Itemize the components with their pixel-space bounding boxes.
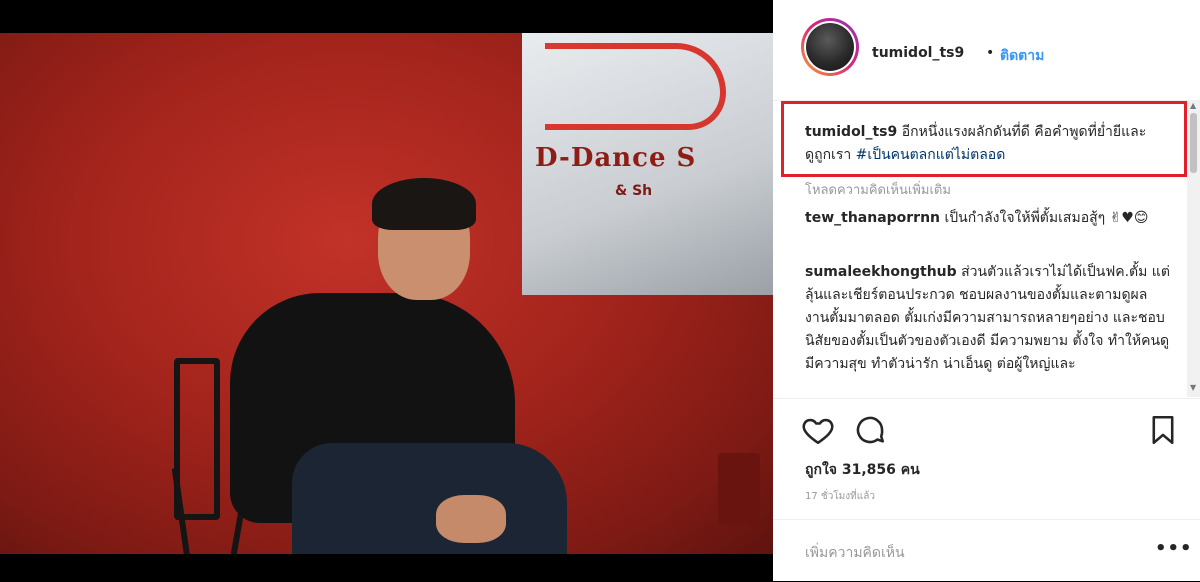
avatar-image [806, 23, 854, 71]
avatar[interactable] [801, 18, 859, 76]
wall-outlet [718, 453, 760, 525]
post-caption: tumidol_ts9 อีกหนึ่งแรงผลักดันที่ดี คือค… [805, 121, 1165, 167]
post-timestamp[interactable]: 17 ชั่วโมงที่แล้ว [805, 489, 875, 504]
comments-scrollbar[interactable]: ▲ ▼ [1187, 101, 1200, 397]
separator-dot: • [986, 45, 995, 61]
post-header: tumidol_ts9 • ติดตาม [773, 0, 1200, 101]
heart-icon[interactable] [801, 413, 835, 447]
comment-username[interactable]: sumaleekhongthub [805, 264, 957, 280]
bookmark-icon[interactable] [1146, 413, 1180, 447]
person-legs [292, 443, 567, 554]
list-item: sumaleekhongthub ส่วนตัวแล้วเราไม่ได้เป็… [805, 261, 1170, 376]
comment-text: ส่วนตัวแล้วเราไม่ได้เป็นฟค.ตั้ม แต่ลุ้นแ… [805, 264, 1170, 372]
post-photo[interactable]: D-Dance S & Sh [0, 33, 773, 554]
comment-text: เป็นกำลังใจให้พี่ตั้มเสมอสู้ๆ ✌♥😊 [944, 210, 1149, 226]
caption-hashtag[interactable]: #เป็นคนตลกแต่ไม่ตลอด [856, 147, 1006, 163]
scroll-up-icon[interactable]: ▲ [1190, 101, 1196, 110]
list-item: tew_thanaporrnn เป็นกำลังใจให้พี่ตั้มเสม… [805, 207, 1170, 230]
follow-button[interactable]: ติดตาม [1000, 45, 1044, 67]
add-comment-section: เพิ่มความคิดเห็น ••• [773, 519, 1200, 582]
caption-username[interactable]: tumidol_ts9 [805, 124, 897, 140]
comment-icon[interactable] [853, 413, 887, 447]
scroll-down-icon[interactable]: ▼ [1190, 383, 1196, 392]
load-more-comments-button[interactable]: โหลดความคิดเห็นเพิ่มเติม [805, 179, 951, 200]
wall-sign-subtext: & Sh [615, 183, 653, 199]
header-username[interactable]: tumidol_ts9 [872, 45, 964, 61]
likes-count[interactable]: ถูกใจ 31,856 คน [805, 459, 920, 481]
post-details-panel: tumidol_ts9 • ติดตาม tumidol_ts9 อีกหนึ่… [773, 0, 1200, 581]
more-options-icon[interactable]: ••• [1155, 538, 1193, 559]
comment-input[interactable]: เพิ่มความคิดเห็น [805, 542, 905, 564]
person-hair [372, 178, 476, 230]
scroll-thumb[interactable] [1190, 113, 1197, 173]
post-media: D-Dance S & Sh [0, 0, 773, 581]
comment-username[interactable]: tew_thanaporrnn [805, 210, 940, 226]
neon-logo [545, 43, 726, 130]
wall-sign-text: D-Dance S [535, 143, 697, 173]
post-actions: ถูกใจ 31,856 คน 17 ชั่วโมงที่แล้ว [773, 398, 1200, 519]
comments-list[interactable]: tumidol_ts9 อีกหนึ่งแรงผลักดันที่ดี คือค… [773, 101, 1200, 397]
person-hands [436, 495, 506, 543]
